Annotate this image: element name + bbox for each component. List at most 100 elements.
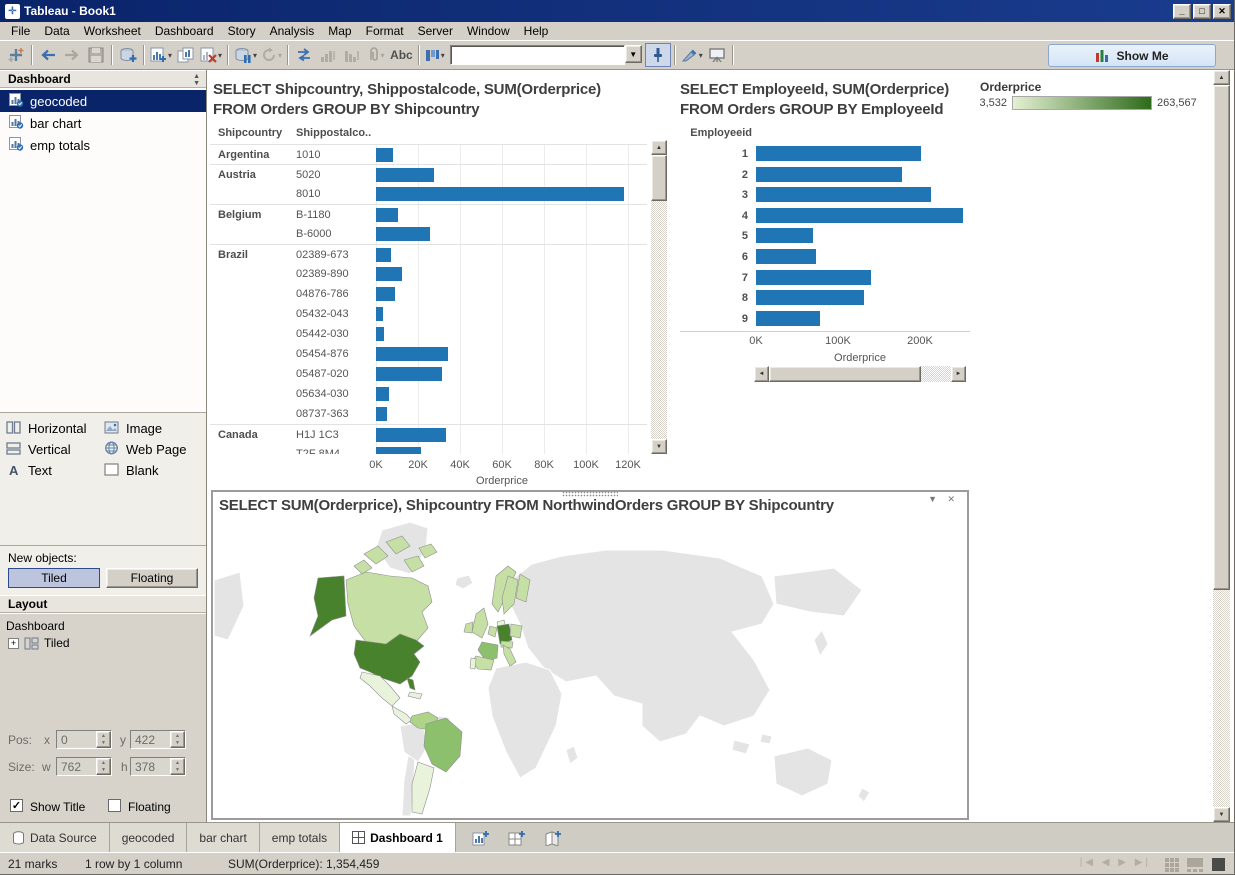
chevron-down-icon[interactable]: ▾ <box>278 51 282 60</box>
bar-mark[interactable] <box>376 227 430 241</box>
scroll-thumb[interactable] <box>1213 85 1230 590</box>
tableau-logo-button[interactable] <box>4 43 28 67</box>
maximize-button[interactable]: □ <box>1193 4 1211 19</box>
menu-item-help[interactable]: Help <box>517 22 556 40</box>
scroll-up-icon[interactable]: ▲ <box>651 140 667 155</box>
show-me-button[interactable]: Show Me <box>1048 44 1216 67</box>
tab-data-source[interactable]: Data Source <box>0 823 110 852</box>
pos-y-field[interactable]: 422 ▲▼ <box>130 730 186 749</box>
bar-mark[interactable] <box>376 187 624 201</box>
menu-item-window[interactable]: Window <box>460 22 517 40</box>
show-filmstrip-icon[interactable] <box>1187 858 1203 875</box>
minimize-button[interactable]: _ <box>1173 4 1191 19</box>
worksheet-item-bar-chart[interactable]: bar chart <box>0 112 206 134</box>
size-h-field[interactable]: 378 ▲▼ <box>130 757 186 776</box>
show-tabs-icon[interactable] <box>1165 858 1179 875</box>
spinner-buttons[interactable]: ▲▼ <box>96 731 111 748</box>
tree-expand-icon[interactable]: + <box>8 638 19 649</box>
menu-item-server[interactable]: Server <box>411 22 460 40</box>
tab-bar-chart[interactable]: bar chart <box>187 823 259 852</box>
bar-mark[interactable] <box>376 447 421 454</box>
menu-item-worksheet[interactable]: Worksheet <box>77 22 148 40</box>
tiled-button[interactable]: Tiled <box>8 568 100 588</box>
bar-mark[interactable] <box>376 367 442 381</box>
show-mark-labels-button[interactable]: Abc <box>388 43 415 67</box>
close-button[interactable]: ✕ <box>1213 4 1231 19</box>
tab-emp-totals[interactable]: emp totals <box>260 823 340 852</box>
bar-mark[interactable] <box>376 387 389 401</box>
chevron-down-icon[interactable]: ▾ <box>699 51 703 60</box>
new-worksheet-button[interactable]: ▾ <box>148 43 174 67</box>
object-vertical[interactable]: Vertical <box>6 441 104 458</box>
world-map[interactable] <box>214 520 966 816</box>
menu-item-analysis[interactable]: Analysis <box>263 22 322 40</box>
scroll-left-icon[interactable]: ◄ <box>754 366 769 382</box>
chevron-down-icon[interactable]: ▾ <box>381 51 385 60</box>
new-story-tab-button[interactable] <box>540 827 566 849</box>
menu-item-data[interactable]: Data <box>37 22 76 40</box>
floating-button[interactable]: Floating <box>106 568 198 588</box>
chevron-down-icon[interactable]: ▾ <box>218 51 222 60</box>
swap-axes-button[interactable] <box>292 43 316 67</box>
save-button[interactable] <box>84 43 108 67</box>
scroll-thumb[interactable] <box>651 155 667 201</box>
bar-mark[interactable] <box>376 428 446 442</box>
bar-mark[interactable] <box>756 290 864 305</box>
object-image[interactable]: Image <box>104 420 202 437</box>
map-zone[interactable]: ▼ ✕ SELECT SUM(Orderprice), Shipcountry … <box>211 490 969 820</box>
bar-mark[interactable] <box>376 307 383 321</box>
fit-combobox[interactable]: ▼ <box>450 45 642 65</box>
menu-item-file[interactable]: File <box>4 22 37 40</box>
add-datasource-button[interactable] <box>116 43 140 67</box>
bar-mark[interactable] <box>376 267 402 281</box>
bar-mark[interactable] <box>376 208 398 222</box>
tab-dashboard-1[interactable]: Dashboard 1 <box>340 823 456 852</box>
show-title-checkbox[interactable]: ✓ <box>10 799 23 812</box>
main-vscrollbar[interactable]: ▲ ▼ <box>1213 70 1230 822</box>
bar-mark[interactable] <box>376 148 393 162</box>
chart2-hscrollbar[interactable]: ◄ ► <box>754 366 966 382</box>
highlight-button[interactable]: ▾ <box>679 43 705 67</box>
country-poland[interactable] <box>510 624 522 638</box>
pos-x-field[interactable]: 0 ▲▼ <box>56 730 112 749</box>
pin-button[interactable] <box>645 43 671 67</box>
bar-mark[interactable] <box>756 187 931 202</box>
bar-mark[interactable] <box>756 208 963 223</box>
size-w-field[interactable]: 762 ▲▼ <box>56 757 112 776</box>
bar-mark[interactable] <box>756 167 902 182</box>
spinner-buttons[interactable]: ▲▼ <box>170 758 185 775</box>
bar-chart-zone[interactable]: SELECT Shipcountry, Shippostalcode, SUM(… <box>210 78 668 490</box>
sort-descending-button[interactable] <box>340 43 364 67</box>
clear-sheet-button[interactable]: ▾ <box>198 43 224 67</box>
menu-item-dashboard[interactable]: Dashboard <box>148 22 221 40</box>
chart1-vscrollbar[interactable]: ▲ ▼ <box>651 140 667 454</box>
chevron-down-icon[interactable]: ▾ <box>253 51 257 60</box>
new-dashboard-tab-button[interactable] <box>504 827 530 849</box>
object-blank[interactable]: Blank <box>104 462 202 479</box>
bar-mark[interactable] <box>756 146 921 161</box>
country-portugal[interactable] <box>470 658 476 669</box>
layout-tree-node[interactable]: + Tiled <box>8 636 70 650</box>
spinner-buttons[interactable]: ▲▼ <box>170 731 185 748</box>
scroll-down-icon[interactable]: ▼ <box>651 439 667 454</box>
scroll-thumb[interactable] <box>769 366 921 382</box>
scroll-down-icon[interactable]: ▼ <box>1213 807 1230 822</box>
color-legend[interactable]: Orderprice 3,532 263,567 <box>977 80 1217 116</box>
tab-geocoded[interactable]: geocoded <box>110 823 188 852</box>
chevron-down-icon[interactable]: ▾ <box>441 51 445 60</box>
worksheet-item-emp-totals[interactable]: emp totals <box>0 134 206 156</box>
bar-mark[interactable] <box>756 228 813 243</box>
presentation-mode-button[interactable] <box>705 43 729 67</box>
object-horizontal[interactable]: Horizontal <box>6 420 104 437</box>
object-web-page[interactable]: Web Page <box>104 441 202 458</box>
bar-mark[interactable] <box>376 347 448 361</box>
bar-mark[interactable] <box>376 168 434 182</box>
scroll-up-icon[interactable]: ▲ <box>1213 70 1230 85</box>
menu-item-format[interactable]: Format <box>359 22 411 40</box>
new-worksheet-tab-button[interactable] <box>468 827 494 849</box>
refresh-button[interactable]: ▾ <box>259 43 284 67</box>
bar-mark[interactable] <box>376 327 384 341</box>
menu-item-story[interactable]: Story <box>221 22 263 40</box>
fit-button[interactable]: ▾ <box>423 43 447 67</box>
pause-updates-button[interactable]: ▾ <box>232 43 259 67</box>
